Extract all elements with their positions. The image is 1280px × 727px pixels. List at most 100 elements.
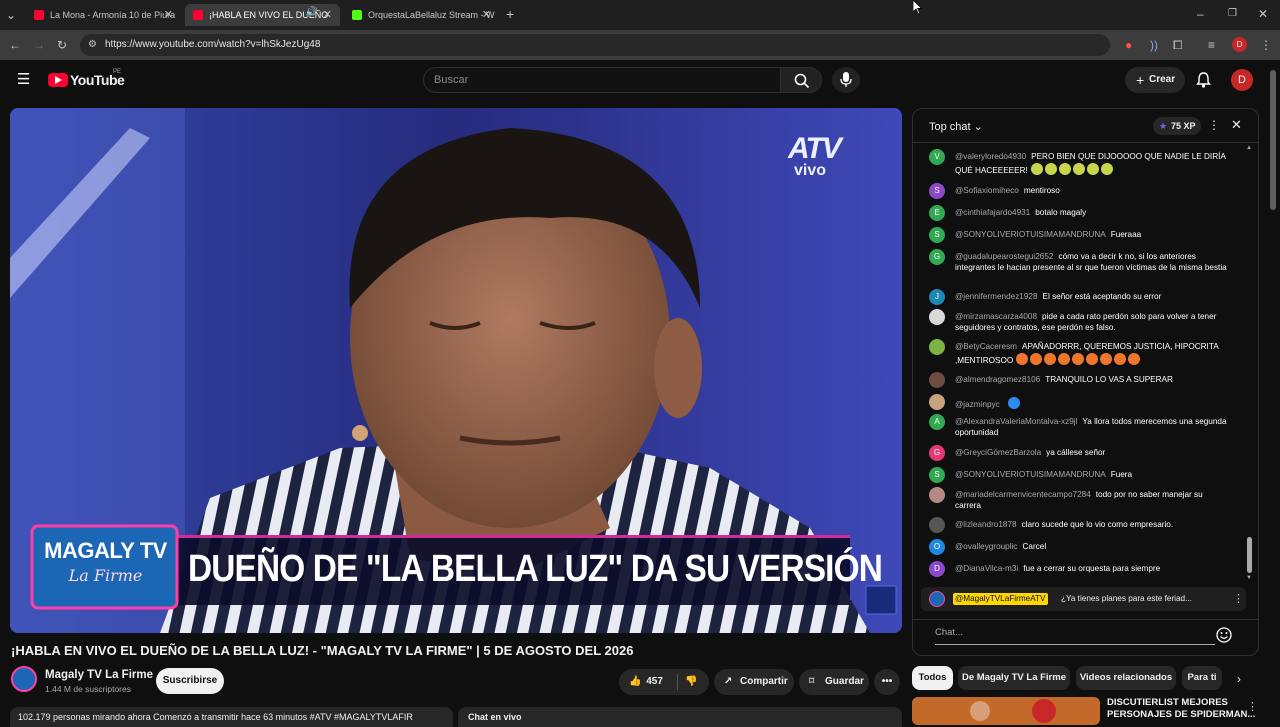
chat-author-name[interactable]: @Sofiaxiomiheco — [955, 186, 1019, 195]
chat-mode-dropdown[interactable]: Top chat ⌄ — [929, 120, 983, 133]
recommended-kebab-icon[interactable]: ⋮ — [1247, 700, 1258, 713]
chip-2[interactable]: Videos relacionados — [1076, 666, 1176, 690]
chat-message[interactable]: S @SONYOLIVERIOTUISIMAMANDRUNA Fuera — [929, 467, 1229, 483]
chip-1[interactable]: De Magaly TV La Firme — [958, 666, 1070, 690]
chat-message[interactable]: @BetyCaceresm APAÑADORRR, QUEREMOS JUSTIC… — [929, 339, 1229, 366]
chat-author-avatar[interactable]: E — [929, 205, 945, 221]
account-avatar[interactable]: D — [1231, 69, 1253, 91]
chat-message[interactable]: @mariadelcarmenvicentecampo7284 todo por … — [929, 487, 1229, 511]
chat-author-avatar[interactable]: S — [929, 227, 945, 243]
chat-author-name[interactable]: @GreyciGómezBarzola — [955, 448, 1041, 457]
dislike-button[interactable]: 👎 — [685, 669, 697, 695]
chat-author-name[interactable]: @mirzamascarza4008 — [955, 312, 1037, 321]
channel-avatar[interactable] — [11, 666, 37, 692]
minimize-icon[interactable]: – — [1197, 7, 1204, 21]
chat-author-avatar[interactable]: J — [929, 289, 945, 305]
youtube-logo-icon[interactable] — [48, 73, 68, 87]
channel-name[interactable]: Magaly TV La Firme — [45, 669, 153, 681]
chat-author-avatar[interactable]: G — [929, 445, 945, 461]
extension-icon[interactable]: ● — [1125, 38, 1132, 52]
chat-author-name[interactable]: @ovalleygrouplic — [955, 542, 1017, 551]
chat-author-name[interactable]: @jennifermendez1928 — [955, 292, 1038, 301]
recommended-thumbnail[interactable] — [912, 697, 1100, 725]
reading-list-icon[interactable]: ≡ — [1208, 38, 1215, 52]
back-arrow-icon[interactable]: ← — [9, 38, 21, 52]
close-tab-icon[interactable]: ✕ — [164, 8, 173, 21]
new-tab-plus-icon[interactable]: + — [506, 7, 514, 21]
voice-search-button[interactable] — [832, 67, 860, 93]
recommended-title[interactable]: DISCUTIERLIST MEJORES PERSONAJES DE SPID… — [1107, 697, 1255, 721]
kebab-menu-icon[interactable]: ⋮ — [1260, 38, 1272, 52]
close-chat-icon[interactable]: ✕ — [1231, 117, 1242, 133]
description-box[interactable]: 102.179 personas mirando ahora Comenzó a… — [10, 707, 453, 727]
page-scrollbar-thumb[interactable] — [1270, 70, 1276, 210]
chat-author-name[interactable]: @mariadelcarmenvicentecampo7284 — [955, 490, 1091, 499]
chat-author-avatar[interactable] — [929, 309, 945, 325]
share-button[interactable]: ↗ Compartir — [714, 669, 794, 695]
xp-badge[interactable]: ★ 75 XP — [1153, 117, 1201, 135]
close-window-icon[interactable]: ✕ — [1258, 7, 1268, 21]
chat-options-kebab-icon[interactable]: ⋮ — [1208, 118, 1220, 132]
chat-author-avatar[interactable] — [929, 372, 945, 388]
chat-author-avatar[interactable] — [929, 517, 945, 533]
chat-author-name[interactable]: @SONYOLIVERIOTUISIMAMANDRUNA — [955, 470, 1106, 479]
save-button[interactable]: ⌑ Guardar — [799, 669, 869, 695]
chat-author-avatar[interactable]: G — [929, 249, 945, 265]
chat-author-avatar[interactable]: O — [929, 539, 945, 555]
extensions-puzzle-icon[interactable]: ⧠ — [1173, 38, 1183, 52]
chat-input[interactable]: Chat... — [935, 627, 1215, 645]
profile-avatar[interactable]: D — [1232, 37, 1247, 52]
chat-message[interactable]: S @Sofiaxiomiheco mentiroso — [929, 183, 1229, 199]
scroll-up-arrow-icon[interactable]: ▲ — [1246, 145, 1252, 151]
chat-author-name[interactable]: @AlexandraValeriaMontalva-xz9jl — [955, 417, 1077, 426]
chevron-right-icon[interactable]: › — [1237, 672, 1241, 686]
hamburger-menu-icon[interactable]: ☰ — [17, 72, 30, 87]
chat-author-avatar[interactable]: S — [929, 183, 945, 199]
chat-author-name[interactable]: @lizleandro1878 — [955, 520, 1017, 529]
chat-author-avatar[interactable] — [929, 394, 945, 410]
chat-author-avatar[interactable]: S — [929, 467, 945, 483]
chat-author-name[interactable]: @almendragomez8106 — [955, 375, 1040, 384]
chat-message[interactable]: A @AlexandraValeriaMontalva-xz9jl Ya llora… — [929, 414, 1229, 438]
like-button[interactable]: 👍 457 — [629, 669, 663, 695]
reload-icon[interactable]: ↻ — [57, 38, 67, 52]
pinned-message[interactable]: @MagalyTVLaFirmeATV ¿Ya tienes planes pa… — [921, 587, 1246, 611]
chat-replay-box[interactable]: Chat en vivo — [458, 707, 902, 727]
chat-message[interactable]: @almendragomez8106 TRANQUILO LO VAS A SUP… — [929, 372, 1229, 388]
chat-message[interactable]: @lizleandro1878 claro sucede que lo vio c… — [929, 517, 1229, 533]
close-tab-icon[interactable]: ✕ — [482, 8, 491, 21]
chat-message[interactable]: @jazminpyc — [929, 394, 1229, 411]
chat-message[interactable]: G @GreyciGómezBarzola ya cállese señor — [929, 445, 1229, 461]
chat-author-name[interactable]: @guadalupearostegui2652 — [955, 252, 1053, 261]
chat-message[interactable]: D @DianaVilca-m3i fue a cerrar su orquesta… — [929, 561, 1229, 577]
speaker-icon[interactable]: 🔊 — [306, 7, 318, 18]
tab-habla-en-vivo[interactable]: ¡HABLA EN VIVO EL DUEÑO 🔊 ✕ — [185, 4, 340, 26]
scrollbar-thumb[interactable] — [1247, 537, 1252, 573]
video-player[interactable]: ATV vivo MAGALY TV La Firme DUEÑO DE "LA… — [10, 108, 902, 633]
chat-author-name[interactable]: @jazminpyc — [955, 400, 1000, 409]
search-button[interactable] — [780, 67, 822, 93]
emoji-picker-icon[interactable] — [1216, 627, 1232, 643]
chat-message[interactable]: J @jennifermendez1928 El señor está acepta… — [929, 289, 1229, 305]
extension-translate-icon[interactable]: )) — [1150, 38, 1158, 52]
chat-message[interactable]: S @SONYOLIVERIOTUISIMAMANDRUNA Fueraaa — [929, 227, 1229, 243]
chat-message[interactable]: O @ovalleygrouplic Carcel — [929, 539, 1229, 555]
chat-author-avatar[interactable] — [929, 339, 945, 355]
chat-author-name[interactable]: @cinthiafajardo4931 — [955, 208, 1030, 217]
chat-author-name[interactable]: @BetyCaceresm — [955, 342, 1017, 351]
scroll-down-arrow-icon[interactable]: ▼ — [1246, 575, 1252, 581]
chip-0[interactable]: Todos — [912, 666, 953, 690]
notifications-bell-icon[interactable] — [1196, 72, 1211, 88]
forward-arrow-icon[interactable]: → — [33, 38, 45, 52]
chip-3[interactable]: Para ti — [1182, 666, 1222, 690]
chat-author-name[interactable]: @DianaVilca-m3i — [955, 564, 1018, 573]
chat-message[interactable]: G @guadalupearostegui2652 cómo va a decir … — [929, 249, 1229, 273]
more-actions-button[interactable]: ••• — [874, 669, 900, 695]
chat-message[interactable]: V @valeryloredo4930 PERO BIEN QUE DIJOOOOO… — [929, 149, 1229, 176]
chat-author-avatar[interactable]: V — [929, 149, 945, 165]
chat-author-avatar[interactable]: D — [929, 561, 945, 577]
chat-scrollbar[interactable]: ▲ ▼ — [1246, 145, 1254, 583]
subscribe-button[interactable]: Suscribirse — [156, 668, 224, 694]
chat-author-name[interactable]: @valeryloredo4930 — [955, 152, 1026, 161]
site-info-icon[interactable]: ⚙ — [88, 34, 97, 56]
